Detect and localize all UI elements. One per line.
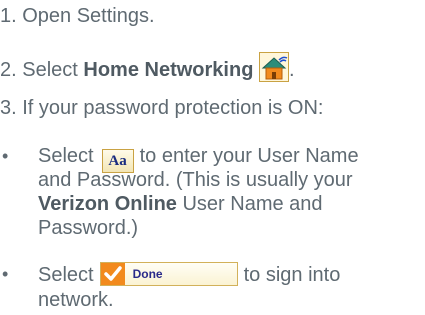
bullet-2-prefix: Select <box>38 264 94 286</box>
instructions: 1. Open Settings. 2. Select Home Network… <box>0 0 425 315</box>
verizon-online-bold: Verizon Online <box>38 193 177 215</box>
home-networking-icon <box>258 52 289 88</box>
done-button-label: Done <box>132 267 163 281</box>
bullet-1-prefix: Select <box>38 145 94 167</box>
bullet-1-marker: • <box>2 146 9 166</box>
bullet-1-line-3: Verizon Online User Name and <box>38 192 323 216</box>
bullet-2-marker: • <box>2 264 9 284</box>
step-3: 3. If your password protection is ON: <box>0 96 323 120</box>
bullet-1-line-3-suffix: User Name and <box>176 193 323 215</box>
step-2-suffix: . <box>288 59 295 81</box>
done-button: Done <box>99 262 238 286</box>
bullet-2-line-2: network. <box>38 289 114 311</box>
step-2: 2. Select Home Networking . <box>0 52 295 88</box>
bullet-2-line-1: Select Done to sign into <box>38 262 340 287</box>
checkmark-icon <box>100 263 125 285</box>
step-1: 1. Open Settings. <box>0 4 155 28</box>
step-3-text: 3. If your password protection is ON: <box>0 97 324 119</box>
step-2-prefix: 2. Select <box>0 59 84 81</box>
bullet-1-line-4: Password.) <box>38 217 139 239</box>
step-2-bold: Home Networking <box>83 59 254 81</box>
bullet-1-line-2: and Password. (This is usually your <box>38 169 353 191</box>
bullet-1-suffix: to enter your User Name <box>139 145 359 167</box>
step-1-text: 1. Open Settings. <box>0 5 155 27</box>
bullet-2-suffix: to sign into <box>243 264 341 286</box>
